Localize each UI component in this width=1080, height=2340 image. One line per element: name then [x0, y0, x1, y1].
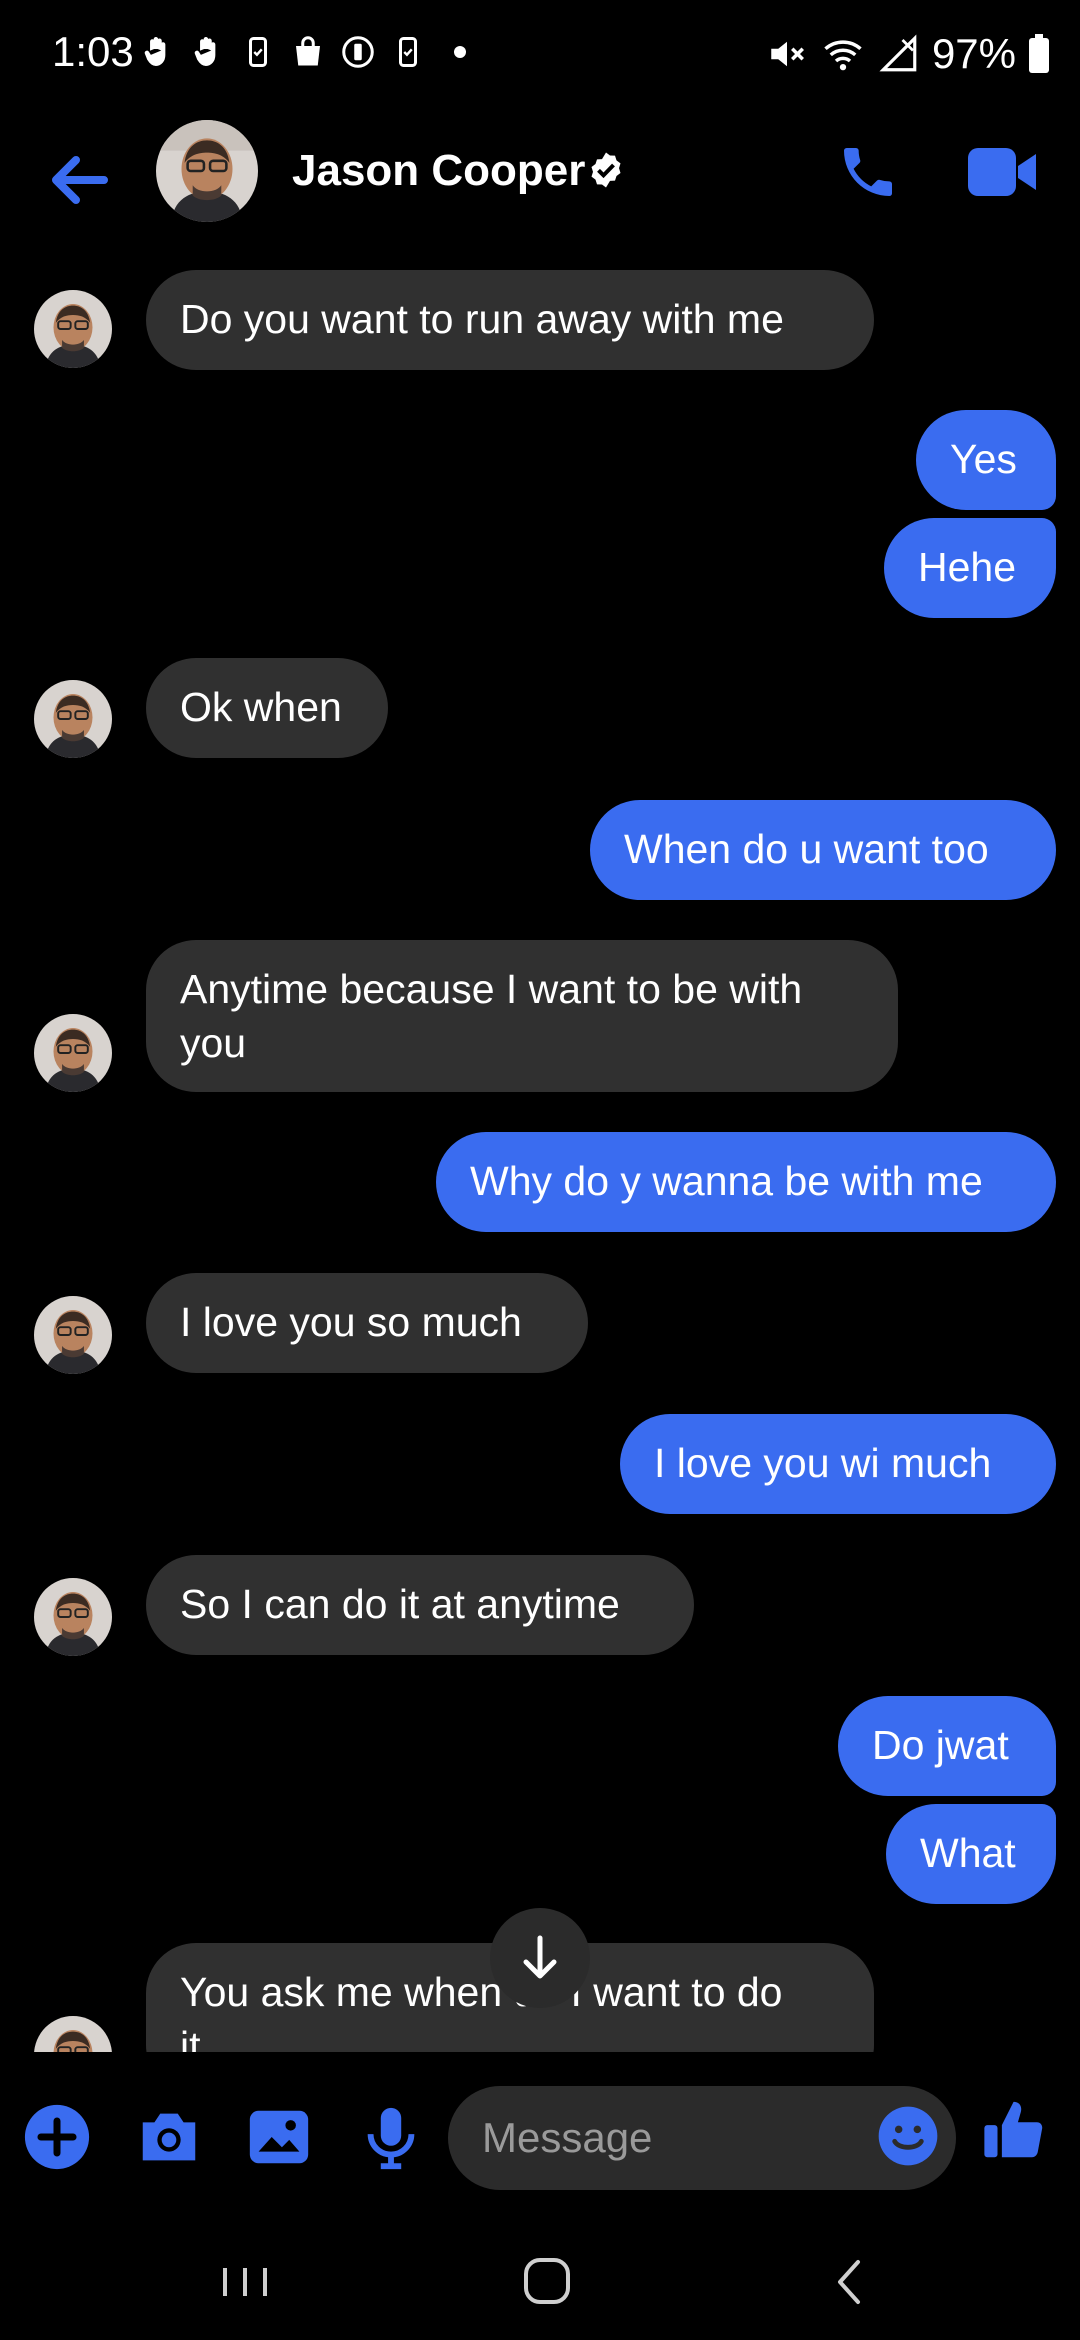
more-notifications-dot — [454, 46, 466, 58]
outgoing-message[interactable]: When do u want too — [590, 800, 1056, 900]
wifi-icon — [824, 40, 862, 71]
person-photo — [34, 680, 112, 758]
hand-icon — [144, 37, 166, 66]
chat-header: Jason Cooper — [0, 110, 1080, 240]
outgoing-message[interactable]: I love you wi much — [620, 1414, 1056, 1514]
sender-avatar[interactable] — [34, 1578, 112, 1656]
video-call-icon[interactable] — [966, 144, 1038, 200]
system-nav-bar — [0, 2222, 1080, 2340]
verified-badge-icon — [591, 152, 621, 188]
gallery-icon[interactable] — [244, 2102, 314, 2172]
incoming-message[interactable]: Do you want to run away with me — [146, 270, 874, 370]
home-icon[interactable] — [512, 2252, 582, 2312]
emoji-icon[interactable] — [876, 2104, 940, 2168]
battery-percent: 97% — [931, 30, 1016, 77]
back-arrow-icon[interactable] — [40, 140, 120, 220]
phone-status-icon — [249, 37, 267, 67]
mute-icon — [771, 41, 804, 67]
message-list[interactable]: Do you want to run away with me Yes Hehe… — [0, 260, 1080, 2052]
signal-icon — [879, 34, 917, 72]
outgoing-message[interactable]: Hehe — [884, 518, 1056, 618]
outgoing-message[interactable]: Yes — [916, 410, 1056, 510]
person-photo — [34, 1296, 112, 1374]
phone-call-icon[interactable] — [836, 140, 900, 204]
person-photo — [34, 1578, 112, 1656]
person-photo — [34, 2016, 112, 2052]
sender-avatar[interactable] — [34, 2016, 112, 2052]
person-photo — [34, 1014, 112, 1092]
back-nav-icon[interactable] — [816, 2252, 886, 2312]
incoming-message[interactable]: Anytime because I want to be with you — [146, 940, 898, 1092]
outgoing-message[interactable]: Do jwat — [838, 1696, 1056, 1796]
recent-apps-icon[interactable] — [210, 2252, 280, 2312]
camera-icon[interactable] — [134, 2102, 204, 2172]
scroll-to-bottom-button[interactable] — [490, 1908, 590, 2008]
shopping-bag-icon — [296, 36, 320, 66]
plus-circle-icon[interactable] — [22, 2102, 92, 2172]
system-status: 97% — [766, 30, 1050, 78]
microphone-icon[interactable] — [356, 2102, 426, 2172]
contact-avatar[interactable] — [156, 120, 258, 222]
person-photo — [156, 120, 258, 222]
sender-avatar[interactable] — [34, 680, 112, 758]
outgoing-message[interactable]: What — [886, 1804, 1056, 1904]
contact-name[interactable]: Jason Cooper — [292, 146, 585, 196]
arrow-down-icon — [523, 1935, 557, 1979]
incoming-message[interactable]: I love you so much — [146, 1273, 588, 1373]
outgoing-message[interactable]: Why do y wanna be with me — [436, 1132, 1056, 1232]
alarm-circle-icon — [342, 36, 374, 68]
status-time: 1:03 — [52, 28, 134, 75]
hand-icon — [194, 37, 216, 66]
battery-icon — [1029, 34, 1049, 73]
incoming-message[interactable]: So I can do it at anytime — [146, 1555, 694, 1655]
person-photo — [34, 290, 112, 368]
sender-avatar[interactable] — [34, 290, 112, 368]
status-bar: 1:03 97% — [0, 0, 1080, 110]
incoming-message[interactable]: Ok when — [146, 658, 388, 758]
sender-avatar[interactable] — [34, 1014, 112, 1092]
thumbs-up-icon[interactable] — [980, 2096, 1050, 2166]
phone-status-icon — [399, 37, 417, 67]
sender-avatar[interactable] — [34, 1296, 112, 1374]
notification-icons — [140, 34, 466, 70]
